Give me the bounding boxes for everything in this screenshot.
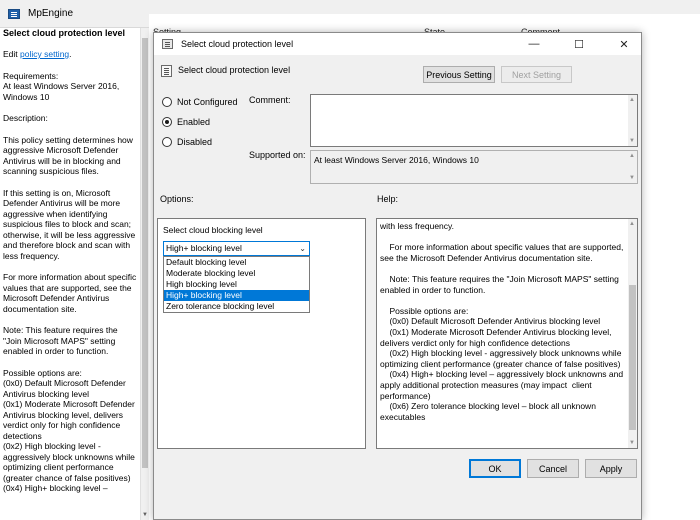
left-pane-scrollbar[interactable]: ▼ [140,28,149,520]
dialog-titlebar: Select cloud protection level — ☐ ✕ [154,33,641,55]
scroll-up-icon[interactable]: ▲ [629,153,635,159]
comment-field[interactable]: ▲ ▼ [310,94,638,147]
chevron-down-icon[interactable]: ⌄ [299,242,306,255]
blocking-level-dropdown: Default blocking level Moderate blocking … [163,256,310,313]
close-icon[interactable]: ✕ [609,33,639,55]
editor-title: MpEngine [28,8,74,19]
scroll-down-icon[interactable]: ▼ [629,138,635,144]
radio-enabled[interactable]: Enabled [162,117,210,127]
help-paragraph: (0x6) Zero tolerance blocking level – bl… [380,401,599,422]
scroll-up-icon[interactable]: ▲ [629,97,635,103]
description-paragraph: Possible options are: (0x0) Default Micr… [3,367,135,494]
comment-label: Comment: [249,95,291,105]
edit-policy-line: Edit policy setting. [3,49,72,59]
previous-setting-button[interactable]: Previous Setting [423,66,495,83]
help-paragraph: (0x1) Moderate Microsoft Defender Antivi… [380,326,614,348]
help-panel: with less frequency. For more informatio… [376,218,638,449]
radio-circle[interactable] [162,137,172,147]
policy-icon [161,65,172,77]
radio-disabled[interactable]: Disabled [162,137,212,147]
dropdown-option[interactable]: High+ blocking level [164,290,309,301]
ok-button[interactable]: OK [469,459,521,478]
help-paragraph: For more information about specific valu… [380,242,626,263]
maximize-icon[interactable]: ☐ [564,33,594,55]
options-label: Options: [160,194,194,204]
help-paragraph: Note: This feature requires the "Join Mi… [380,273,622,295]
cancel-button[interactable]: Cancel [527,459,579,478]
scroll-down-icon[interactable]: ▼ [142,512,148,518]
help-paragraph: Possible options are: [380,305,469,316]
app-icon [8,8,20,19]
help-paragraph: (0x2) High blocking level - aggressively… [380,348,624,369]
radio-not-configured[interactable]: Not Configured [162,97,238,107]
description-paragraph: Description: [3,113,48,123]
dropdown-option[interactable]: High blocking level [164,279,309,290]
description-text: Requirements: At least Windows Server 20… [3,71,138,494]
description-paragraph: Note: This feature requires the "Join Mi… [3,325,118,356]
scroll-up-icon[interactable]: ▲ [629,221,635,227]
supported-on-label: Supported on: [249,150,306,160]
comment-scrollbar[interactable]: ▲ ▼ [628,95,637,146]
scroll-thumb[interactable] [142,38,148,468]
help-paragraph: (0x4) High+ blocking level – aggressivel… [380,369,626,401]
radio-circle[interactable] [162,97,172,107]
policy-description-pane: Select cloud protection level Edit polic… [0,28,140,520]
help-paragraph [380,295,626,306]
scroll-down-icon[interactable]: ▼ [629,175,635,181]
dialog-title: Select cloud protection level [181,39,294,49]
dropdown-option[interactable]: Moderate blocking level [164,268,309,279]
help-label: Help: [377,194,399,204]
policy-icon [162,39,173,49]
next-setting-button[interactable]: Next Setting [501,66,572,83]
policy-heading: Select cloud protection level [3,28,126,38]
help-text: with less frequency. For more informatio… [380,221,626,422]
help-paragraph [380,232,626,243]
supported-scrollbar[interactable]: ▲ ▼ [628,151,637,183]
apply-button[interactable]: Apply [585,459,637,478]
options-panel: Select cloud blocking level High+ blocki… [157,218,366,449]
minimize-icon[interactable]: — [519,33,549,55]
description-paragraph: For more information about specific valu… [3,272,137,314]
dropdown-option[interactable]: Zero tolerance blocking level [164,301,309,312]
dropdown-option[interactable]: Default blocking level [164,257,309,268]
description-paragraph: Requirements: At least Windows Server 20… [3,70,120,102]
help-paragraph: with less frequency. [380,221,455,231]
radio-circle[interactable] [162,117,172,127]
supported-on-field: At least Windows Server 2016, Windows 10… [310,150,638,184]
scroll-down-icon[interactable]: ▼ [629,440,635,446]
policy-dialog: Select cloud protection level — ☐ ✕ Sele… [153,32,642,520]
policy-title: Select cloud protection level [178,65,291,75]
supported-on-value: At least Windows Server 2016, Windows 10 [314,155,479,165]
selected-value: High+ blocking level [166,243,242,253]
description-paragraph: If this setting is on, Microsoft Defende… [3,187,136,261]
description-paragraph: This policy setting determines how aggre… [3,134,133,177]
blocking-level-caption: Select cloud blocking level [163,225,263,235]
edit-policy-link[interactable]: policy setting [20,49,69,59]
scroll-thumb[interactable] [629,285,636,430]
help-scrollbar[interactable]: ▲ ▼ [628,219,637,448]
help-paragraph [380,263,626,274]
help-paragraph: (0x0) Default Microsoft Defender Antivir… [380,316,601,327]
blocking-level-select[interactable]: High+ blocking level ⌄ [163,241,310,256]
